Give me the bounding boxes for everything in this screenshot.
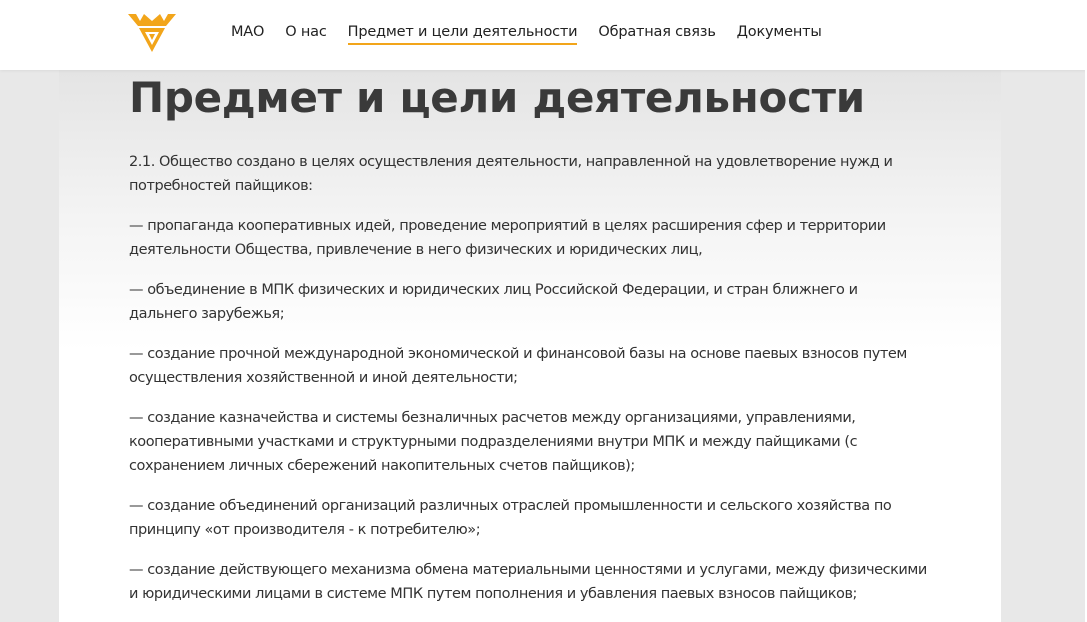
article-content: 2.1. Общество создано в целях осуществле…: [129, 150, 929, 622]
nav-item-feedback[interactable]: Обратная связь: [598, 24, 715, 45]
triangle-logo-icon[interactable]: [128, 12, 176, 54]
paragraph: 2.1. Общество создано в целях осуществле…: [129, 154, 893, 194]
site-header: МАО О нас Предмет и цели деятельности Об…: [0, 0, 1087, 70]
nav-item-goals[interactable]: Предмет и цели деятельности: [347, 24, 578, 45]
main-nav: МАО О нас Предмет и цели деятельности Об…: [231, 22, 843, 46]
paragraph: — создание казначейства и системы безнал…: [129, 410, 858, 474]
paragraph: — создание действующего механизма обмена…: [129, 562, 927, 602]
nav-item-mao[interactable]: МАО: [231, 24, 264, 45]
paragraph: — создание объединений организаций разли…: [129, 498, 892, 538]
page-title: Предмет и цели деятельности: [129, 73, 865, 122]
paragraph: — создание прочной международной экономи…: [129, 346, 907, 386]
paragraph: — пропаганда кооперативных идей, проведе…: [129, 218, 886, 258]
nav-item-about[interactable]: О нас: [285, 24, 327, 45]
paragraph: — объединение в МПК физических и юридиче…: [129, 282, 858, 322]
nav-item-documents[interactable]: Документы: [737, 24, 822, 45]
